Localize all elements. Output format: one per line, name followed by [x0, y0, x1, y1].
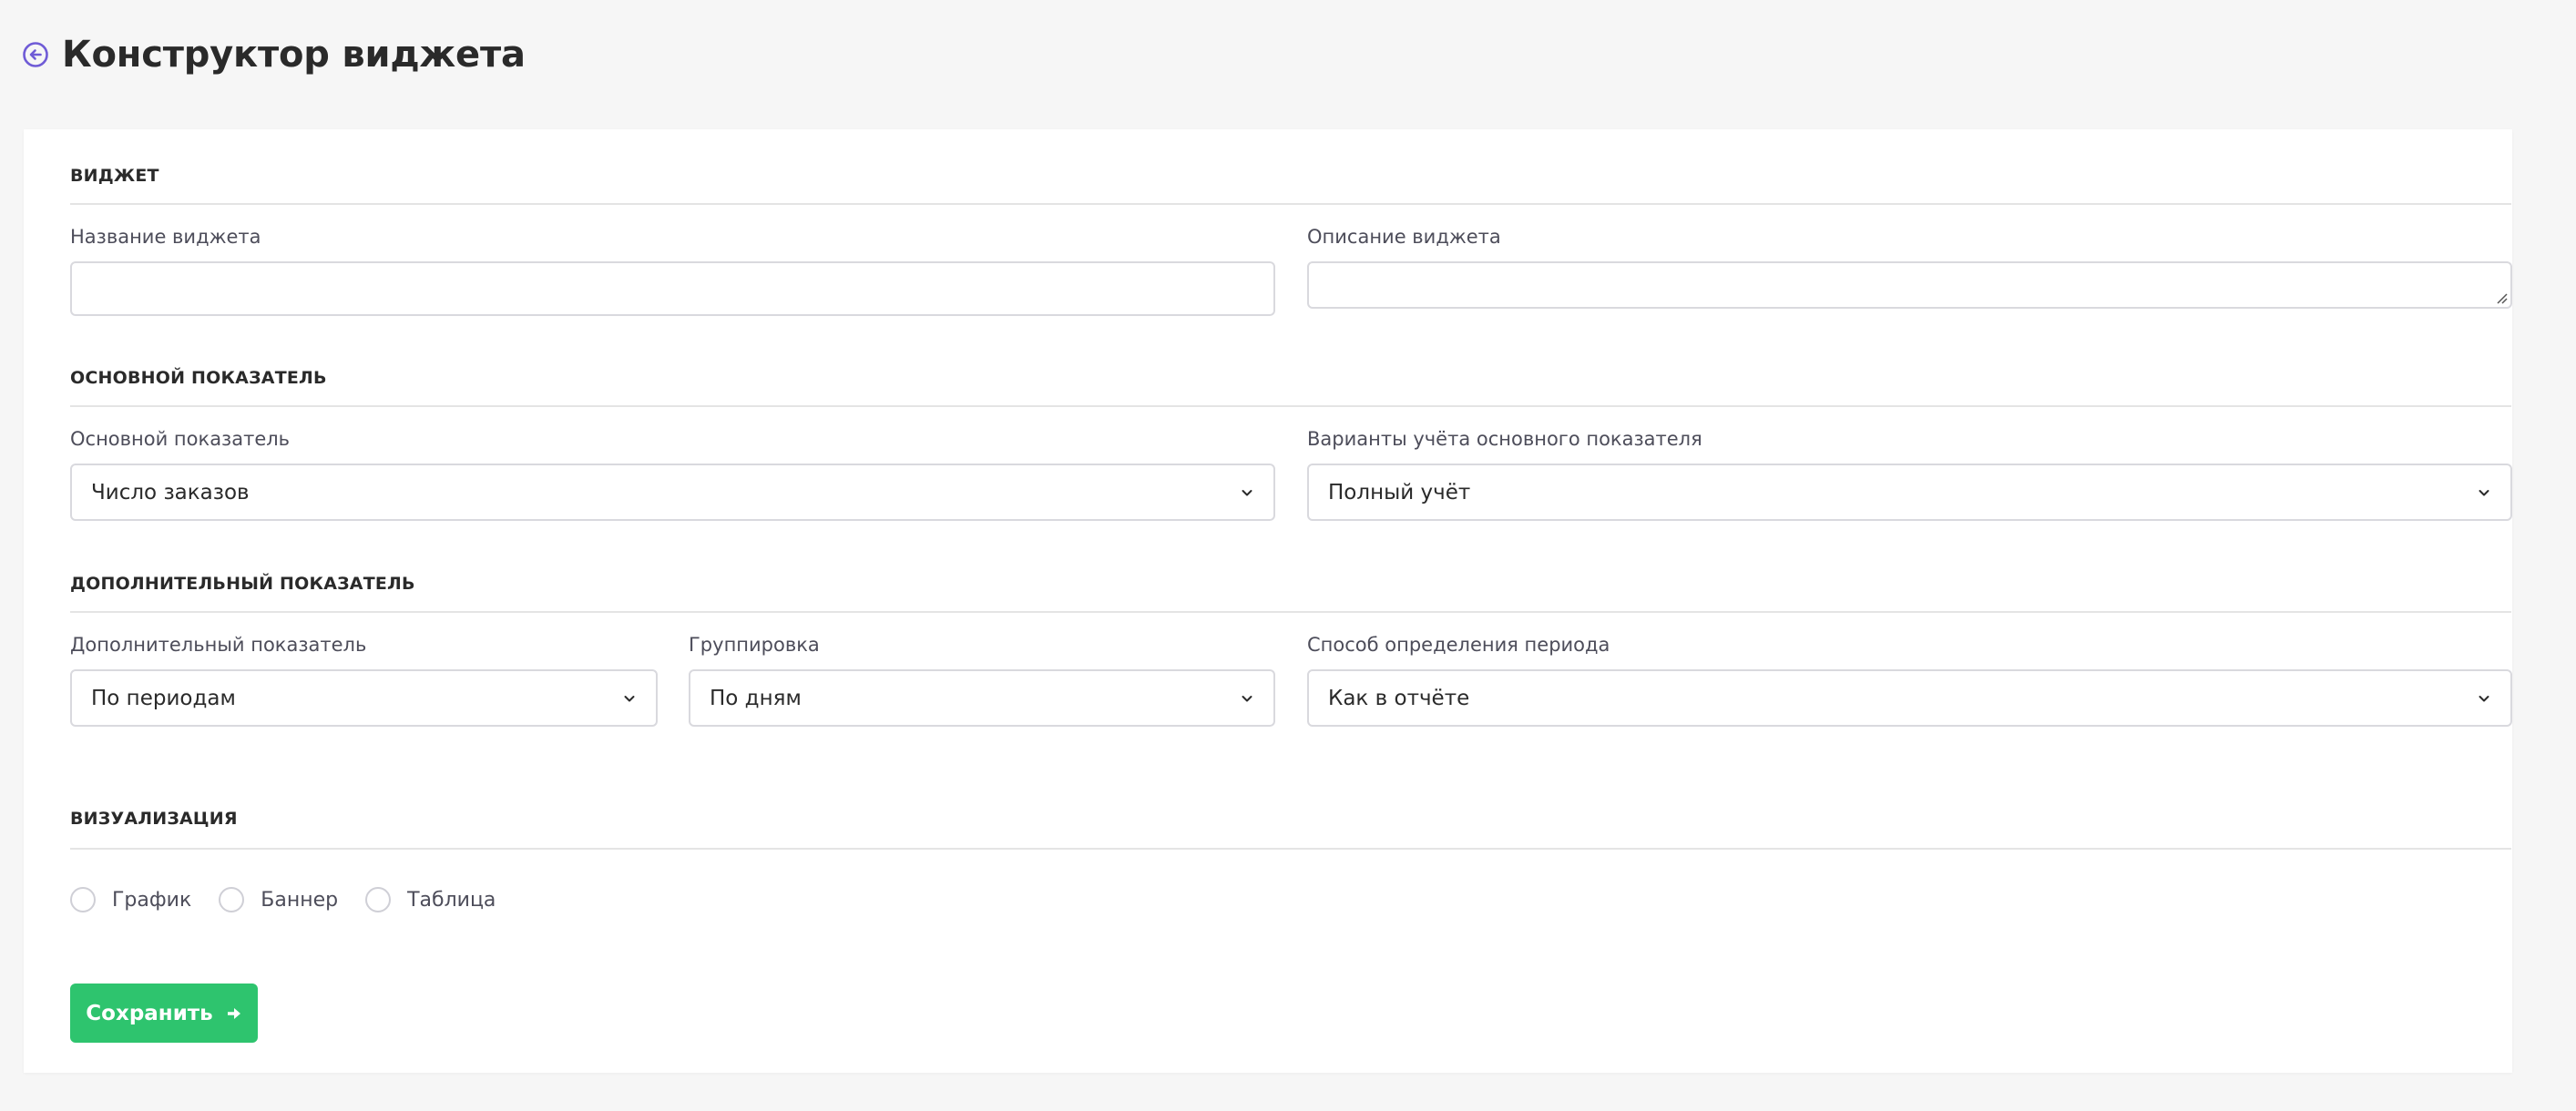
widget-description-label: Описание виджета	[1307, 226, 1501, 248]
radio-button[interactable]	[70, 887, 96, 912]
save-button[interactable]: Сохранить	[70, 984, 258, 1043]
page-title: Конструктор виджета	[62, 34, 526, 76]
page: Конструктор виджета ВИДЖЕТ Название видж…	[0, 0, 2576, 1111]
visualization-radio-group: График Баннер Таблица	[70, 882, 523, 918]
radio-label-table: Таблица	[407, 888, 496, 912]
grouping-select[interactable]: По дням	[689, 669, 1275, 727]
section-divider	[70, 848, 2511, 850]
section-title-visualization: ВИЗУАЛИЗАЦИЯ	[70, 809, 238, 829]
page-header: Конструктор виджета	[22, 27, 526, 82]
resize-grip-icon[interactable]	[2495, 291, 2508, 304]
section-divider	[70, 405, 2511, 407]
period-method-label: Способ определения периода	[1307, 634, 1610, 656]
period-method-select[interactable]: Как в отчёте	[1307, 669, 2512, 727]
section-title-primary: ОСНОВНОЙ ПОКАЗАТЕЛЬ	[70, 368, 327, 388]
widget-description-textarea[interactable]	[1307, 261, 2512, 309]
back-button[interactable]	[22, 41, 49, 68]
section-divider	[70, 611, 2511, 613]
widget-form-card: ВИДЖЕТ Название виджета Описание виджета…	[24, 129, 2512, 1073]
radio-option-table[interactable]: Таблица	[365, 887, 496, 912]
radio-option-chart[interactable]: График	[70, 887, 191, 912]
widget-name-input[interactable]	[70, 261, 1275, 316]
secondary-metric-label: Дополнительный показатель	[70, 634, 367, 656]
radio-option-banner[interactable]: Баннер	[219, 887, 338, 912]
grouping-label: Группировка	[689, 634, 820, 656]
secondary-metric-value: По периодам	[91, 686, 236, 710]
section-title-widget: ВИДЖЕТ	[70, 166, 159, 186]
period-method-value: Как в отчёте	[1328, 686, 1470, 710]
radio-label-banner: Баннер	[261, 888, 339, 912]
primary-variant-value: Полный учёт	[1328, 480, 1471, 505]
save-button-label: Сохранить	[86, 1001, 213, 1025]
arrow-left-circle-icon	[23, 42, 48, 67]
chevron-down-icon	[2476, 484, 2492, 501]
secondary-metric-select[interactable]: По периодам	[70, 669, 658, 727]
primary-variant-label: Варианты учёта основного показателя	[1307, 428, 1702, 450]
radio-button[interactable]	[219, 887, 245, 912]
section-title-secondary: ДОПОЛНИТЕЛЬНЫЙ ПОКАЗАТЕЛЬ	[70, 574, 415, 594]
chevron-down-icon	[1239, 690, 1255, 707]
radio-button[interactable]	[365, 887, 392, 912]
primary-metric-label: Основной показатель	[70, 428, 291, 450]
radio-label-chart: График	[112, 888, 192, 912]
arrow-right-icon	[227, 1007, 240, 1019]
section-divider	[70, 203, 2511, 205]
widget-name-label: Название виджета	[70, 226, 261, 248]
primary-variant-select[interactable]: Полный учёт	[1307, 464, 2512, 521]
primary-metric-select[interactable]: Число заказов	[70, 464, 1275, 521]
grouping-value: По дням	[710, 686, 802, 710]
chevron-down-icon	[2476, 690, 2492, 707]
chevron-down-icon	[621, 690, 638, 707]
chevron-down-icon	[1239, 484, 1255, 501]
primary-metric-value: Число заказов	[91, 480, 250, 505]
